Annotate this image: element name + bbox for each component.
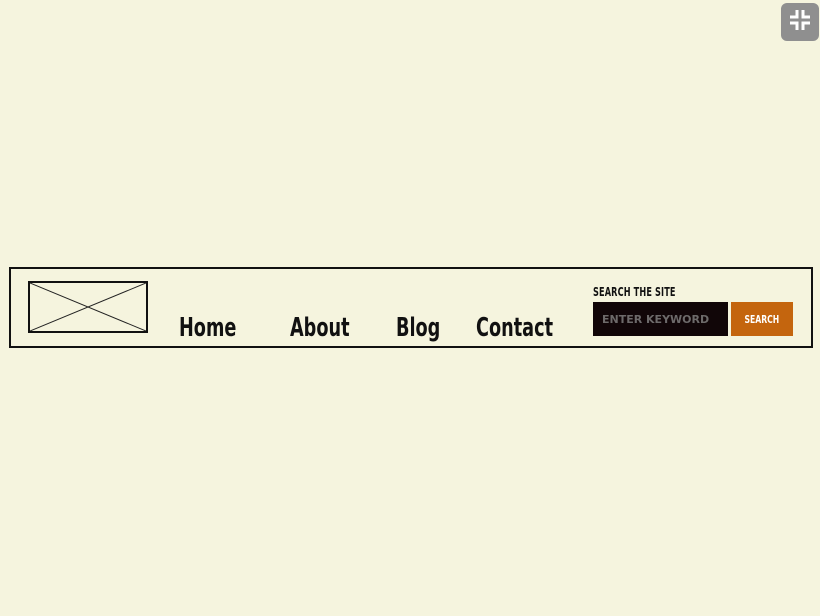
main-nav: Home About Blog Contact: [179, 299, 589, 341]
search-input[interactable]: [593, 302, 728, 336]
search-button-label: SEARCH: [744, 312, 780, 326]
collapse-button[interactable]: [781, 3, 819, 41]
nav-item-about[interactable]: About: [290, 315, 350, 341]
search-button[interactable]: SEARCH: [731, 302, 793, 336]
site-header: Home About Blog Contact SEARCH THE SITE …: [9, 267, 813, 348]
logo-placeholder[interactable]: [28, 281, 148, 333]
logo-placeholder-icon: [30, 283, 146, 331]
nav-item-home[interactable]: Home: [179, 315, 236, 341]
search-label: SEARCH THE SITE: [593, 285, 676, 299]
nav-item-contact[interactable]: Contact: [476, 315, 553, 341]
collapse-icon: [789, 9, 811, 36]
nav-item-blog[interactable]: Blog: [396, 315, 440, 341]
